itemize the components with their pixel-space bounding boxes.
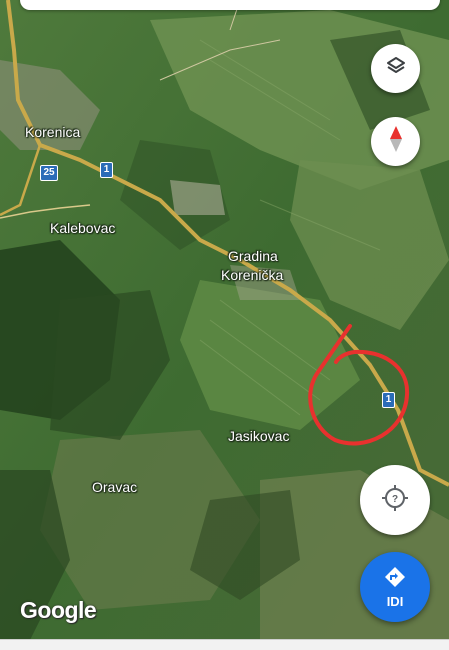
directions-button-label: IDI [386, 594, 404, 609]
place-label-gradina-line2[interactable]: Korenička [221, 267, 283, 283]
red-circle-marker [308, 324, 410, 446]
compass-button[interactable] [371, 117, 420, 166]
svg-text:?: ? [392, 494, 398, 505]
layers-icon [385, 55, 407, 82]
place-label-oravac[interactable]: Oravac [92, 479, 137, 495]
layers-button[interactable] [371, 44, 420, 93]
satellite-map[interactable]: 25 1 1 Korenica Kalebovac Gradina Koreni… [0, 0, 449, 649]
bottom-sheet-edge[interactable] [0, 639, 449, 650]
location-help-button[interactable]: ? [360, 465, 430, 535]
google-logo: Google [20, 597, 97, 623]
place-label-korenica[interactable]: Korenica [25, 124, 80, 140]
place-label-jasikovac[interactable]: Jasikovac [228, 428, 289, 444]
place-label-gradina-line1[interactable]: Gradina [228, 248, 278, 264]
search-bar-edge[interactable] [20, 0, 440, 10]
route-shield-1-south: 1 [382, 392, 395, 408]
compass-icon [386, 125, 406, 158]
location-help-icon: ? [380, 483, 410, 518]
directions-button[interactable]: IDI [360, 552, 430, 622]
place-label-kalebovac[interactable]: Kalebovac [50, 220, 115, 236]
route-shield-1-north: 1 [100, 162, 113, 178]
route-shield-25: 25 [40, 165, 58, 181]
